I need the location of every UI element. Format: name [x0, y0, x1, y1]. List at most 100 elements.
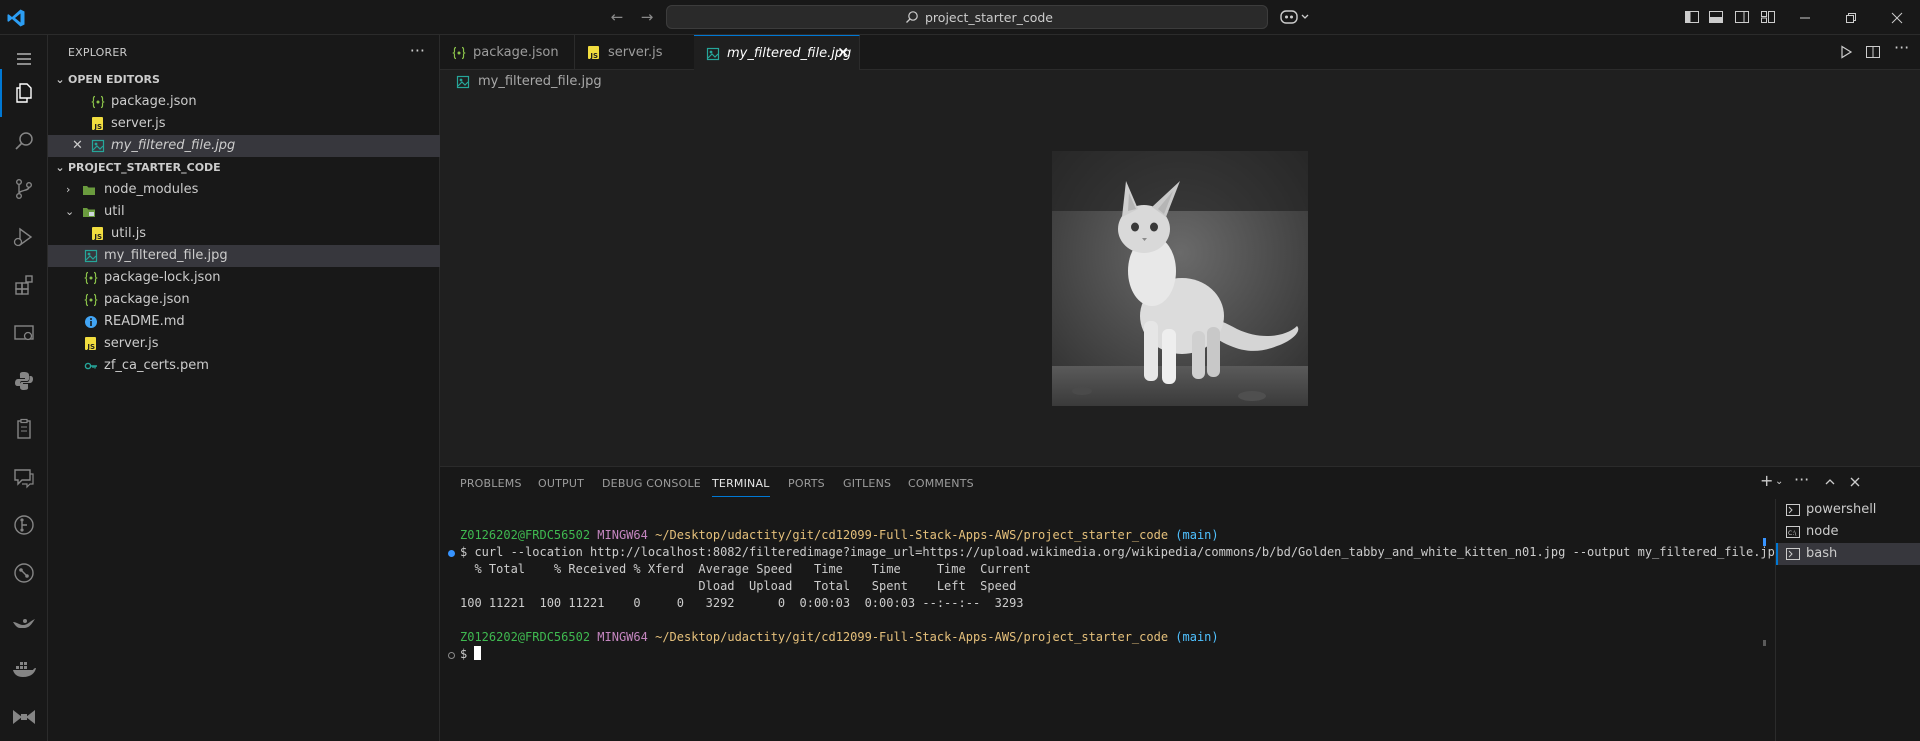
- project-header[interactable]: ⌄ PROJECT_STARTER_CODE: [48, 157, 440, 179]
- breadcrumb-item[interactable]: my_filtered_file.jpg: [478, 71, 602, 93]
- search-text: project_starter_code: [925, 10, 1053, 25]
- command-success-dot[interactable]: [448, 550, 455, 557]
- split-editor-icon[interactable]: [1865, 44, 1881, 60]
- image-preview: [1052, 151, 1308, 406]
- chevron-down-icon[interactable]: ⌄: [1775, 476, 1783, 487]
- run-debug-icon: [13, 227, 33, 247]
- folder-icon: [83, 208, 95, 217]
- explorer-sidebar: EXPLORER ··· ⌄ OPEN EDITORS package.json…: [48, 35, 440, 741]
- terminal-output[interactable]: Z0126202@FRDC56502 MINGW64 ~/Desktop/uda…: [460, 527, 1782, 663]
- forward-arrow-icon[interactable]: →: [638, 8, 656, 26]
- close-icon[interactable]: ✕: [72, 135, 83, 157]
- close-panel-icon[interactable]: [1848, 475, 1862, 489]
- gitlens-button[interactable]: [0, 501, 48, 549]
- search-icon: [15, 132, 33, 150]
- file-item[interactable]: JS util.js: [48, 223, 440, 245]
- python-button[interactable]: [0, 357, 48, 405]
- panel-tab-debug-console[interactable]: DEBUG CONSOLE: [602, 477, 701, 490]
- open-editor-item[interactable]: JS server.js: [48, 113, 440, 135]
- file-item[interactable]: zf_ca_certs.pem: [48, 355, 440, 377]
- folder-item[interactable]: ⌄ util: [48, 201, 440, 223]
- open-editor-item[interactable]: package.json: [48, 91, 440, 113]
- git-graph-button[interactable]: [0, 549, 48, 597]
- prompt-branch: (main): [1175, 630, 1219, 644]
- file-item[interactable]: README.md: [48, 311, 440, 333]
- tab-package-json[interactable]: package.json: [440, 35, 575, 70]
- back-arrow-icon[interactable]: ←: [608, 8, 626, 26]
- run-debug-button[interactable]: [0, 213, 48, 261]
- tab-my-filtered-file[interactable]: my_filtered_file.jpg ✕: [694, 35, 860, 70]
- terminal-item-powershell[interactable]: powershell: [1776, 499, 1920, 521]
- panel-tab-comments[interactable]: COMMENTS: [908, 477, 974, 490]
- terminal-scroll-marker: [1763, 640, 1766, 646]
- live-share-button[interactable]: [0, 693, 48, 741]
- source-control-icon: [15, 179, 32, 200]
- search-view-button[interactable]: [0, 117, 48, 165]
- panel-tab-ports[interactable]: PORTS: [788, 477, 825, 490]
- restore-button[interactable]: [1828, 0, 1874, 35]
- close-icon: [1891, 12, 1903, 23]
- extensions-icon: [15, 275, 33, 295]
- folder-item[interactable]: › node_modules: [48, 179, 440, 201]
- json-icon: [452, 46, 466, 60]
- chat-button[interactable]: [0, 453, 48, 501]
- open-editor-item-active[interactable]: ✕ my_filtered_file.jpg: [48, 135, 440, 157]
- file-item[interactable]: JS server.js: [48, 333, 440, 355]
- copilot-icon[interactable]: [1280, 8, 1314, 26]
- folder-label: node_modules: [104, 182, 199, 197]
- more-actions-icon[interactable]: ···: [410, 41, 425, 60]
- search-icon: [906, 11, 918, 23]
- extensions-button[interactable]: [0, 261, 48, 309]
- bottom-panel: PROBLEMS OUTPUT DEBUG CONSOLE TERMINAL P…: [440, 466, 1920, 741]
- file-item[interactable]: package.json: [48, 289, 440, 311]
- terminal-cursor: [474, 646, 482, 660]
- image-icon: [706, 47, 720, 61]
- panel-tab-terminal[interactable]: TERMINAL: [712, 477, 770, 497]
- run-icon[interactable]: [1838, 44, 1854, 60]
- command-center-search[interactable]: project_starter_code: [666, 5, 1268, 29]
- new-terminal-icon[interactable]: +: [1760, 471, 1773, 490]
- docker-button[interactable]: [0, 645, 48, 693]
- panel-tab-problems[interactable]: PROBLEMS: [460, 477, 522, 490]
- minimize-button[interactable]: [1782, 0, 1828, 35]
- panel-tab-gitlens[interactable]: GITLENS: [843, 477, 891, 490]
- toggle-panel-icon[interactable]: [1708, 9, 1724, 25]
- source-control-button[interactable]: [0, 165, 48, 213]
- more-actions-icon[interactable]: ···: [1794, 470, 1809, 489]
- file-label: package.json: [104, 292, 190, 307]
- close-window-button[interactable]: [1874, 0, 1920, 35]
- panel-tab-output[interactable]: OUTPUT: [538, 477, 584, 490]
- maximize-panel-icon[interactable]: [1823, 475, 1837, 489]
- file-label: my_filtered_file.jpg: [111, 138, 236, 153]
- command-pending-dot[interactable]: [448, 652, 455, 659]
- json-icon: [84, 293, 98, 307]
- testing-icon: [17, 418, 31, 439]
- customize-layout-icon[interactable]: [1760, 9, 1776, 25]
- folder-icon: [83, 186, 95, 195]
- prompt-shell: MINGW64: [597, 528, 648, 542]
- file-item[interactable]: package-lock.json: [48, 267, 440, 289]
- vscode-logo-icon: [7, 9, 25, 27]
- terminal-item-bash[interactable]: bash: [1776, 543, 1920, 565]
- more-actions-icon[interactable]: ···: [1894, 38, 1909, 57]
- explorer-view-button[interactable]: [0, 69, 48, 117]
- js-icon: JS: [92, 117, 103, 131]
- toggle-secondary-sidebar-icon[interactable]: [1734, 9, 1750, 25]
- open-editors-header[interactable]: ⌄ OPEN EDITORS: [48, 69, 440, 91]
- prompt-branch: (main): [1175, 528, 1219, 542]
- files-icon: [16, 83, 32, 103]
- chevron-down-icon: ⌄: [55, 73, 65, 86]
- restore-icon: [1846, 12, 1856, 23]
- close-icon[interactable]: ✕: [837, 36, 849, 71]
- remote-explorer-button[interactable]: [0, 309, 48, 357]
- testing-button[interactable]: [0, 405, 48, 453]
- terminal-item-node[interactable]: C:\ node: [1776, 521, 1920, 543]
- genie-button[interactable]: [0, 597, 48, 645]
- terminal-label: node: [1806, 524, 1839, 539]
- tab-label: package.json: [473, 45, 559, 60]
- tab-server-js[interactable]: JS server.js: [575, 35, 704, 70]
- toggle-primary-sidebar-icon[interactable]: [1684, 9, 1700, 25]
- json-icon: [91, 95, 105, 109]
- terminal-icon: [1786, 548, 1800, 560]
- file-item-selected[interactable]: my_filtered_file.jpg: [48, 245, 440, 267]
